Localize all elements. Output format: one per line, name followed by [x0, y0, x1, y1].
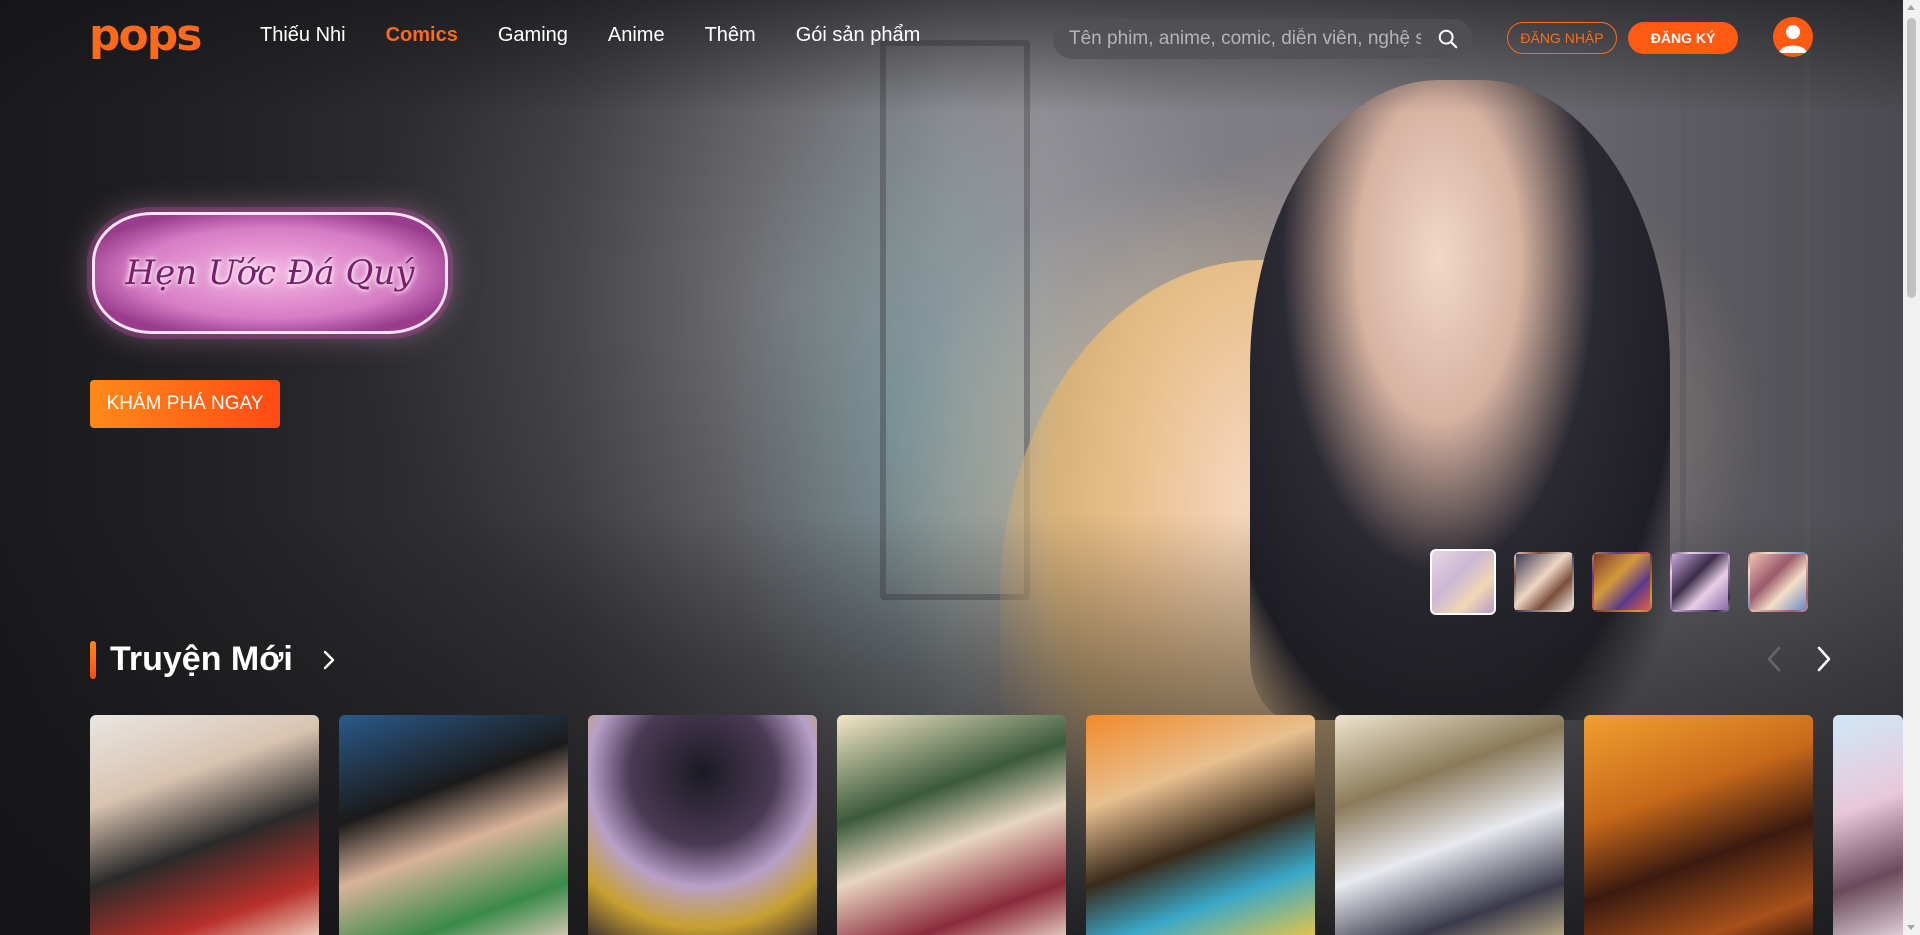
page-scrollbar[interactable]: [1903, 0, 1920, 935]
comic-card[interactable]: [339, 715, 568, 935]
carousel-controls: [1762, 644, 1836, 674]
section-title[interactable]: Truyện Mới: [110, 640, 293, 679]
explore-now-button[interactable]: KHÁM PHÁ NGAY: [90, 380, 280, 428]
section-accent-bar: [90, 640, 96, 679]
user-avatar[interactable]: [1773, 17, 1813, 57]
comic-card[interactable]: [1086, 715, 1315, 935]
comic-card[interactable]: [1833, 715, 1903, 935]
search-box: [1053, 19, 1473, 59]
hero-thumbnail[interactable]: [1592, 552, 1652, 612]
hero-title-logo: Hẹn Ước Đá Quý: [92, 212, 448, 334]
hero-thumbnail[interactable]: [1514, 552, 1574, 612]
top-header: pops Thiếu Nhi Comics Gaming Anime Thêm …: [0, 0, 1903, 76]
search-icon[interactable]: [1437, 28, 1459, 50]
nav-item-them[interactable]: Thêm: [705, 24, 756, 47]
hero-thumbnail[interactable]: [1748, 552, 1808, 612]
search-input[interactable]: [1069, 28, 1421, 50]
comic-card[interactable]: [588, 715, 817, 935]
scroll-up-arrow-icon[interactable]: [1907, 5, 1915, 10]
comic-card[interactable]: [837, 715, 1066, 935]
nav-item-comics[interactable]: Comics: [386, 24, 458, 47]
hero-thumbnail[interactable]: [1670, 552, 1730, 612]
chevron-right-icon[interactable]: [1810, 644, 1836, 674]
section-header: Truyện Mới: [90, 640, 341, 679]
nav-item-gaming[interactable]: Gaming: [498, 24, 568, 47]
comic-card[interactable]: [1335, 715, 1564, 935]
scrollbar-thumb[interactable]: [1907, 18, 1916, 298]
nav-item-goi-san-pham[interactable]: Gói sản phẩm: [796, 24, 921, 47]
hero-thumbnails: [1430, 549, 1808, 615]
register-button[interactable]: ĐĂNG KÝ: [1628, 22, 1738, 54]
pops-logo[interactable]: pops: [89, 14, 202, 58]
comic-card[interactable]: [1584, 715, 1813, 935]
comic-card[interactable]: [90, 715, 319, 935]
hero-title-text: Hẹn Ước Đá Quý: [125, 253, 415, 293]
scroll-down-arrow-icon[interactable]: [1907, 925, 1915, 930]
user-icon: [1779, 25, 1807, 53]
hero-thumbnail[interactable]: [1430, 549, 1496, 615]
chevron-left-icon[interactable]: [1762, 644, 1788, 674]
nav-item-anime[interactable]: Anime: [608, 24, 665, 47]
comic-card-row: [90, 715, 1903, 935]
login-button[interactable]: ĐĂNG NHẬP: [1507, 22, 1617, 54]
chevron-right-icon[interactable]: [317, 648, 341, 672]
nav-item-thieu-nhi[interactable]: Thiếu Nhi: [260, 24, 346, 47]
main-nav: Thiếu Nhi Comics Gaming Anime Thêm Gói s…: [260, 24, 920, 47]
